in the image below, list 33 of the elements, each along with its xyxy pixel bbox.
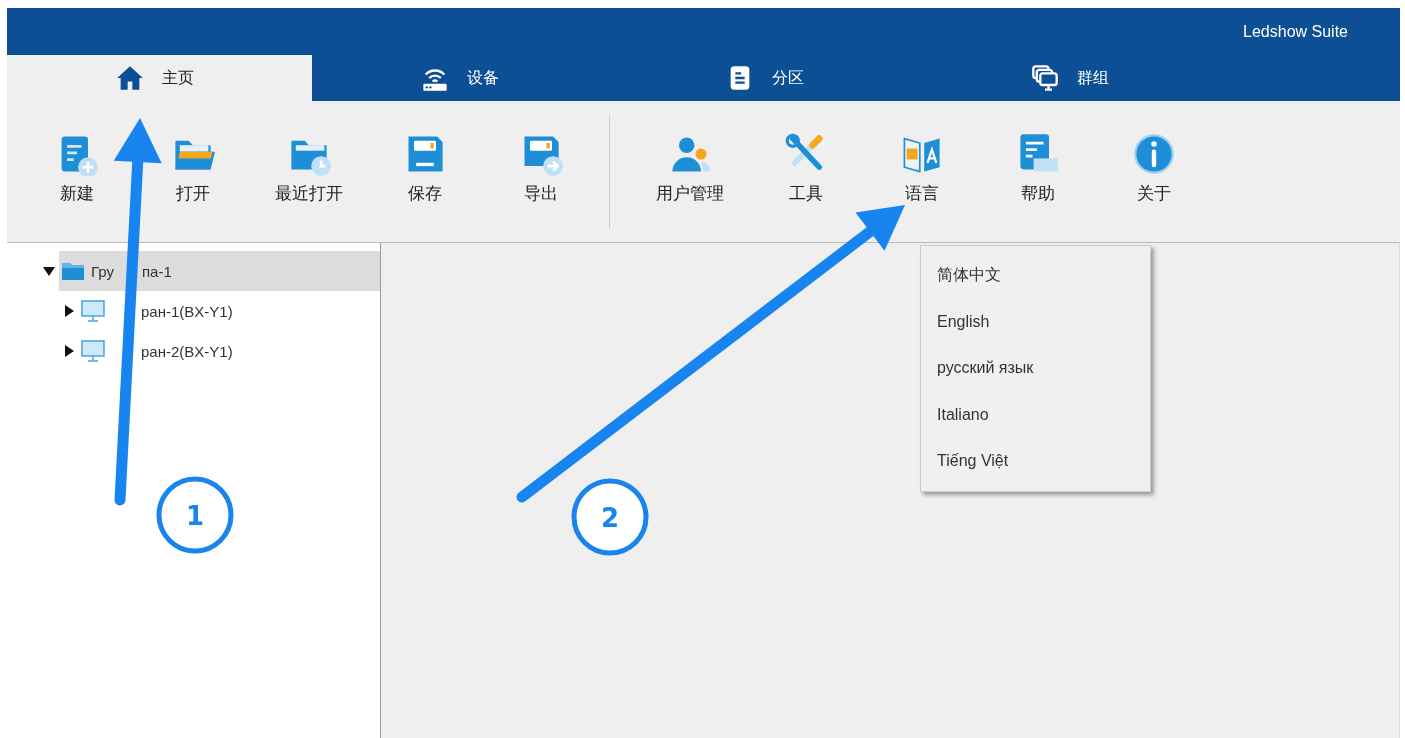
- folder-icon: [61, 261, 85, 281]
- info-icon: [1132, 132, 1176, 176]
- toolbar-button[interactable]: 最近打开: [261, 132, 357, 211]
- menu-item[interactable]: Italiano: [921, 391, 1150, 438]
- menu-item[interactable]: 简体中文: [921, 252, 1150, 299]
- menu-item[interactable]: English: [921, 298, 1150, 345]
- expand-triangle-icon[interactable]: [63, 305, 75, 317]
- toolbar-button[interactable]: 工具: [758, 132, 854, 211]
- toolbar-button[interactable]: 关于: [1106, 132, 1202, 211]
- tab[interactable]: 群组: [922, 55, 1227, 101]
- monitor-icon: [81, 300, 105, 322]
- collapse-triangle-icon[interactable]: [43, 265, 55, 277]
- tab[interactable]: 分区: [617, 55, 922, 101]
- menu-item[interactable]: русский язык: [921, 345, 1150, 392]
- toolbar-button[interactable]: 用户管理: [642, 132, 738, 211]
- toolbar-button[interactable]: 保存: [377, 132, 473, 211]
- toolbar-button[interactable]: 打开: [145, 132, 241, 211]
- tab[interactable]: 设备: [312, 55, 617, 101]
- toolbar-button[interactable]: 语言: [874, 132, 970, 211]
- toolbar-button[interactable]: 导出: [493, 132, 589, 211]
- tab[interactable]: 主页: [7, 55, 312, 101]
- toolbar-button[interactable]: 帮助: [990, 132, 1086, 211]
- monitor-icon: [81, 340, 105, 362]
- menu-item[interactable]: Tiếng Việt: [921, 438, 1150, 485]
- monitors-icon: [1030, 64, 1059, 92]
- step-marker: 2: [571, 478, 649, 556]
- house-icon: [115, 64, 144, 92]
- expand-triangle-icon[interactable]: [63, 345, 75, 357]
- tree-item-label[interactable]: ран-2(BX-Y1): [141, 342, 233, 360]
- step-marker: 1: [156, 476, 234, 554]
- tree-item-label[interactable]: ран-1(BX-Y1): [141, 302, 233, 320]
- app-title: Ledshow Suite: [1243, 22, 1348, 41]
- toolbar-button[interactable]: 新建: [29, 132, 125, 211]
